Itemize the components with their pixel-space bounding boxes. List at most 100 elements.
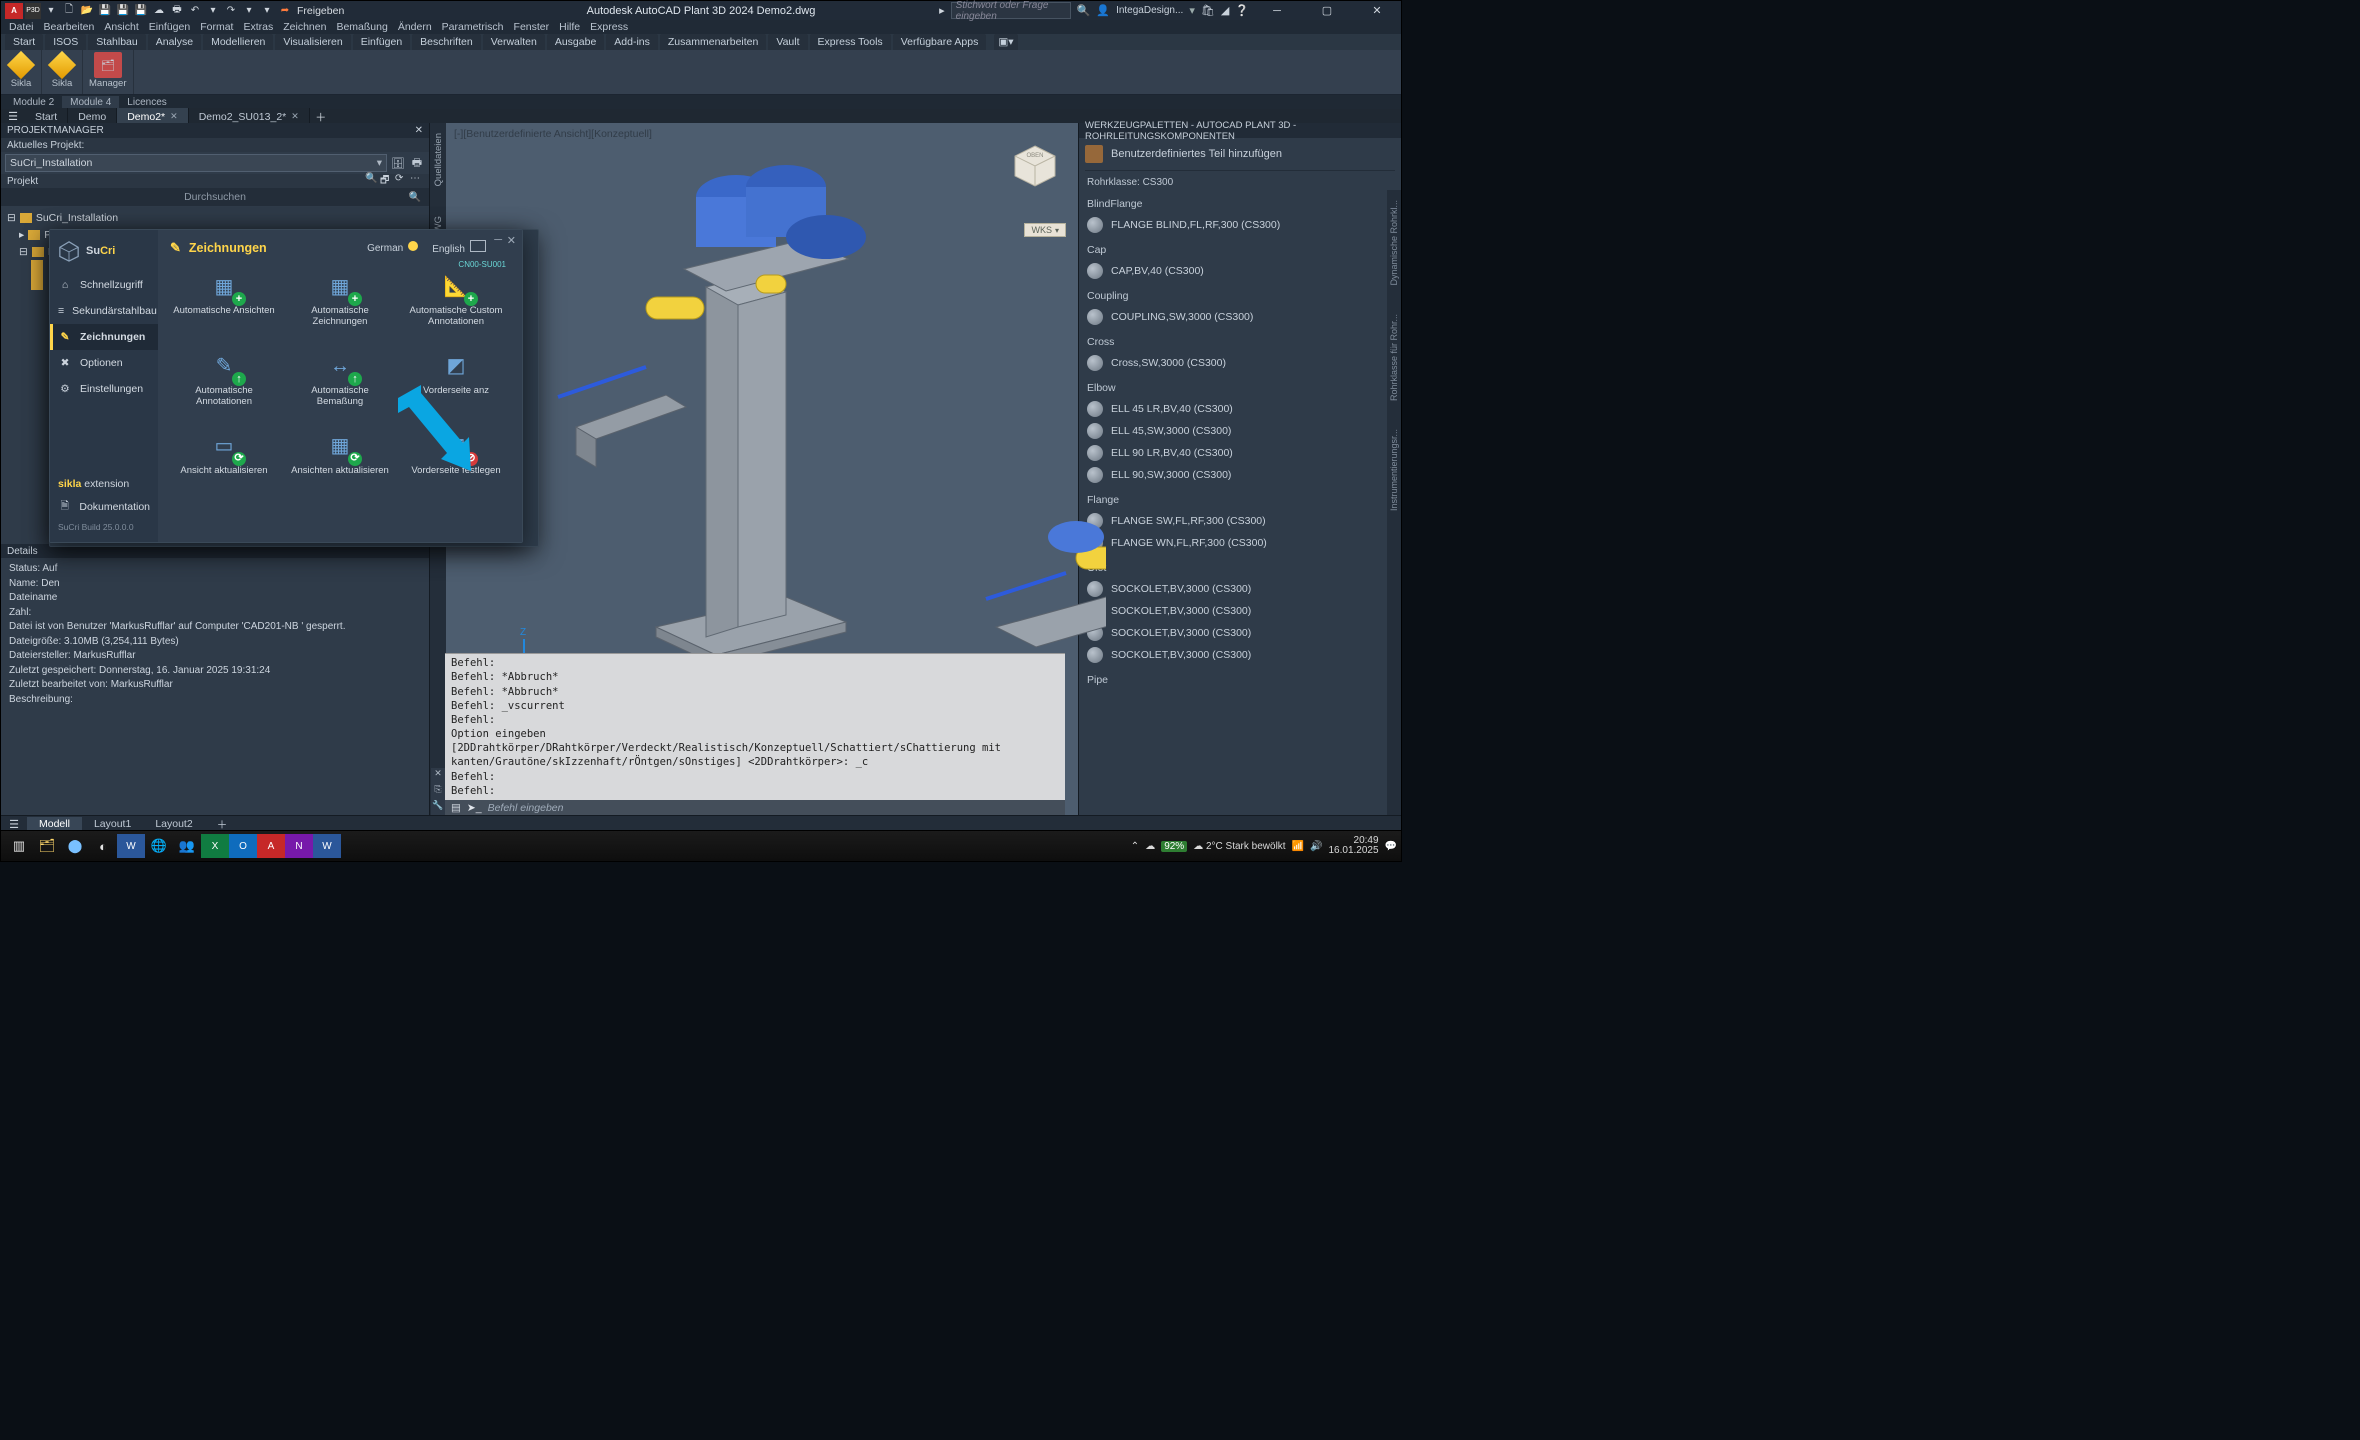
- taskbar-teams-icon[interactable]: 👥: [173, 834, 201, 858]
- proj-ico[interactable]: ⟳: [395, 173, 408, 190]
- sucri-menu-doc[interactable]: 🗎Dokumentation: [50, 494, 158, 520]
- palette-item[interactable]: ELL 45,SW,3000 (CS300): [1087, 420, 1379, 442]
- proj-tool-icon[interactable]: 🗄: [390, 155, 406, 171]
- menu-item[interactable]: Ändern: [398, 21, 432, 33]
- close-icon[interactable]: ✕: [170, 111, 178, 122]
- ribbon-tab[interactable]: Zusammenarbeiten: [660, 34, 766, 50]
- palette-item[interactable]: FLANGE WN,FL,RF,300 (CS300): [1087, 532, 1379, 554]
- open-icon[interactable]: 📂: [79, 3, 95, 19]
- sucri-grid-item[interactable]: ▦+Automatische Zeichnungen: [286, 270, 394, 328]
- taskbar-weather[interactable]: ☁ 2°C Stark bewölkt: [1193, 841, 1285, 852]
- menu-item[interactable]: Bearbeiten: [44, 21, 95, 33]
- qat-drop-icon[interactable]: ▾: [259, 3, 275, 19]
- taskbar-notif-icon[interactable]: 💬: [1385, 841, 1397, 852]
- share-label[interactable]: Freigeben: [297, 5, 344, 17]
- menu-item[interactable]: Express: [590, 21, 628, 33]
- saveas-icon[interactable]: 💾: [115, 3, 131, 19]
- ribbon-tab[interactable]: ISOS: [45, 34, 86, 50]
- sikla-icon[interactable]: [48, 52, 76, 78]
- taskbar-acad-icon[interactable]: A: [257, 834, 285, 858]
- ribbon-tab[interactable]: Express Tools: [810, 34, 891, 50]
- popup-close-icon[interactable]: ✕: [507, 234, 516, 247]
- layout-tab[interactable]: Layout2: [143, 817, 204, 831]
- palette-sidetab[interactable]: Dynamische Rohrkl...: [1389, 200, 1399, 286]
- cmd-pipe-icon[interactable]: ⎘: [431, 784, 445, 800]
- sucri-menu-stahlbau[interactable]: ≡Sekundärstahlbau: [50, 298, 158, 324]
- palette-item[interactable]: SOCKOLET,BV,3000 (CS300): [1087, 622, 1379, 644]
- print-icon[interactable]: 🖶: [169, 3, 185, 19]
- cmd-menu-icon[interactable]: ▤: [451, 802, 461, 814]
- palette-item[interactable]: ELL 90 LR,BV,40 (CS300): [1087, 442, 1379, 464]
- ribbon-tab[interactable]: Visualisieren: [275, 34, 350, 50]
- sikla-icon[interactable]: [7, 52, 35, 78]
- dropdown-icon[interactable]: ▾: [43, 3, 59, 19]
- palette-add-row[interactable]: Benutzerdefiniertes Teil hinzufügen: [1085, 142, 1395, 171]
- menu-item[interactable]: Zeichnen: [283, 21, 326, 33]
- taskbar-battery-icon[interactable]: 92%: [1161, 841, 1187, 852]
- proj-tool-icon[interactable]: 🖶: [409, 155, 425, 171]
- ribbon-tab[interactable]: Analyse: [148, 34, 201, 50]
- palette-item[interactable]: FLANGE BLIND,FL,RF,300 (CS300): [1087, 214, 1379, 236]
- autodesk-icon[interactable]: ◢: [1221, 4, 1229, 17]
- taskbar-wifi-icon[interactable]: 📶: [1292, 841, 1304, 852]
- help-icon[interactable]: ❔: [1235, 4, 1249, 17]
- close-button[interactable]: ✕: [1355, 1, 1399, 20]
- subtab[interactable]: Module 4: [62, 96, 119, 109]
- sucri-grid-item[interactable]: ↔↑Automatische Bemaßung: [286, 350, 394, 408]
- help-search[interactable]: Stichwort oder Frage eingeben: [951, 2, 1071, 19]
- undo-icon[interactable]: ↶: [187, 3, 203, 19]
- user-label[interactable]: IntegaDesign...: [1116, 5, 1183, 16]
- sucri-menu-optionen[interactable]: ✖Optionen: [50, 350, 158, 376]
- palette-item[interactable]: SOCKOLET,BV,3000 (CS300): [1087, 644, 1379, 666]
- taskbar-excel-icon[interactable]: X: [201, 834, 229, 858]
- redo-icon[interactable]: ↷: [223, 3, 239, 19]
- ribbon-tab[interactable]: Verfügbare Apps: [893, 34, 987, 50]
- palette-list[interactable]: BlindFlangeFLANGE BLIND,FL,RF,300 (CS300…: [1079, 190, 1387, 816]
- share-icon[interactable]: ➦: [277, 3, 293, 19]
- palette-sidetab[interactable]: Rohrklasse für Rohr...: [1389, 314, 1399, 401]
- sucri-grid-item[interactable]: ▦+Automatische Ansichten: [170, 270, 278, 328]
- taskbar-onedrive-icon[interactable]: ☁: [1145, 841, 1155, 852]
- curproj-combo[interactable]: SuCri_Installation: [5, 154, 387, 172]
- taskbar-chevron-icon[interactable]: ⌃: [1131, 841, 1139, 852]
- manager-icon[interactable]: 🗂: [94, 52, 122, 78]
- command-line[interactable]: ▤ ➤_ Befehl eingeben: [445, 800, 1065, 816]
- menu-item[interactable]: Ansicht: [104, 21, 138, 33]
- taskbar-sound-icon[interactable]: 🔊: [1310, 841, 1322, 852]
- sucri-grid-item[interactable]: ▭⟳Ansicht aktualisieren: [170, 430, 278, 477]
- sucri-grid-item[interactable]: CN00-SU001📐+Automatische Custom Annotati…: [402, 270, 510, 328]
- saveall-icon[interactable]: 💾: [133, 3, 149, 19]
- ribbon-tab[interactable]: Vault: [768, 34, 807, 50]
- maximize-button[interactable]: ▢: [1305, 1, 1349, 20]
- ribbon-tab[interactable]: Start: [5, 34, 43, 50]
- layout-tab[interactable]: Layout1: [82, 817, 143, 831]
- proj-ico[interactable]: ⋯: [410, 173, 423, 190]
- menu-item[interactable]: Extras: [243, 21, 273, 33]
- taskbar-chrome-icon[interactable]: ◐: [89, 834, 117, 858]
- cmd-close-icon[interactable]: ✕: [431, 768, 445, 784]
- command-log[interactable]: Befehl:Befehl: *Abbruch*Befehl: *Abbruch…: [445, 653, 1065, 800]
- close-icon[interactable]: ✕: [291, 111, 299, 122]
- project-search[interactable]: Durchsuchen: [1, 188, 429, 206]
- redo-drop-icon[interactable]: ▾: [241, 3, 257, 19]
- save-icon[interactable]: 💾: [97, 3, 113, 19]
- menu-item[interactable]: Format: [200, 21, 233, 33]
- subtab[interactable]: Module 2: [5, 96, 62, 109]
- user-icon[interactable]: 👤: [1096, 4, 1110, 17]
- sucri-menu-schnellzugriff[interactable]: ⌂Schnellzugriff: [50, 272, 158, 298]
- subtab[interactable]: Licences: [119, 96, 174, 109]
- ribbon-tab[interactable]: Stahlbau: [88, 34, 145, 50]
- cmd-tool-icon[interactable]: 🔧: [431, 800, 445, 816]
- undo-drop-icon[interactable]: ▾: [205, 3, 221, 19]
- taskbar-clock[interactable]: 20:4916.01.2025: [1328, 836, 1378, 857]
- proj-ico[interactable]: 🔍: [365, 173, 378, 190]
- palette-item[interactable]: SOCKOLET,BV,3000 (CS300): [1087, 578, 1379, 600]
- ribbon-tab[interactable]: Einfügen: [353, 34, 410, 50]
- taskbar-word-icon[interactable]: W: [117, 834, 145, 858]
- doctabs-menu-icon[interactable]: ☰: [1, 110, 25, 123]
- app-icon[interactable]: A: [5, 3, 23, 19]
- cart-icon[interactable]: 🛍: [1201, 4, 1215, 17]
- panel-close-icon[interactable]: ✕: [415, 125, 423, 136]
- lang-english[interactable]: English: [432, 240, 486, 255]
- taskbar-word2-icon[interactable]: W: [313, 834, 341, 858]
